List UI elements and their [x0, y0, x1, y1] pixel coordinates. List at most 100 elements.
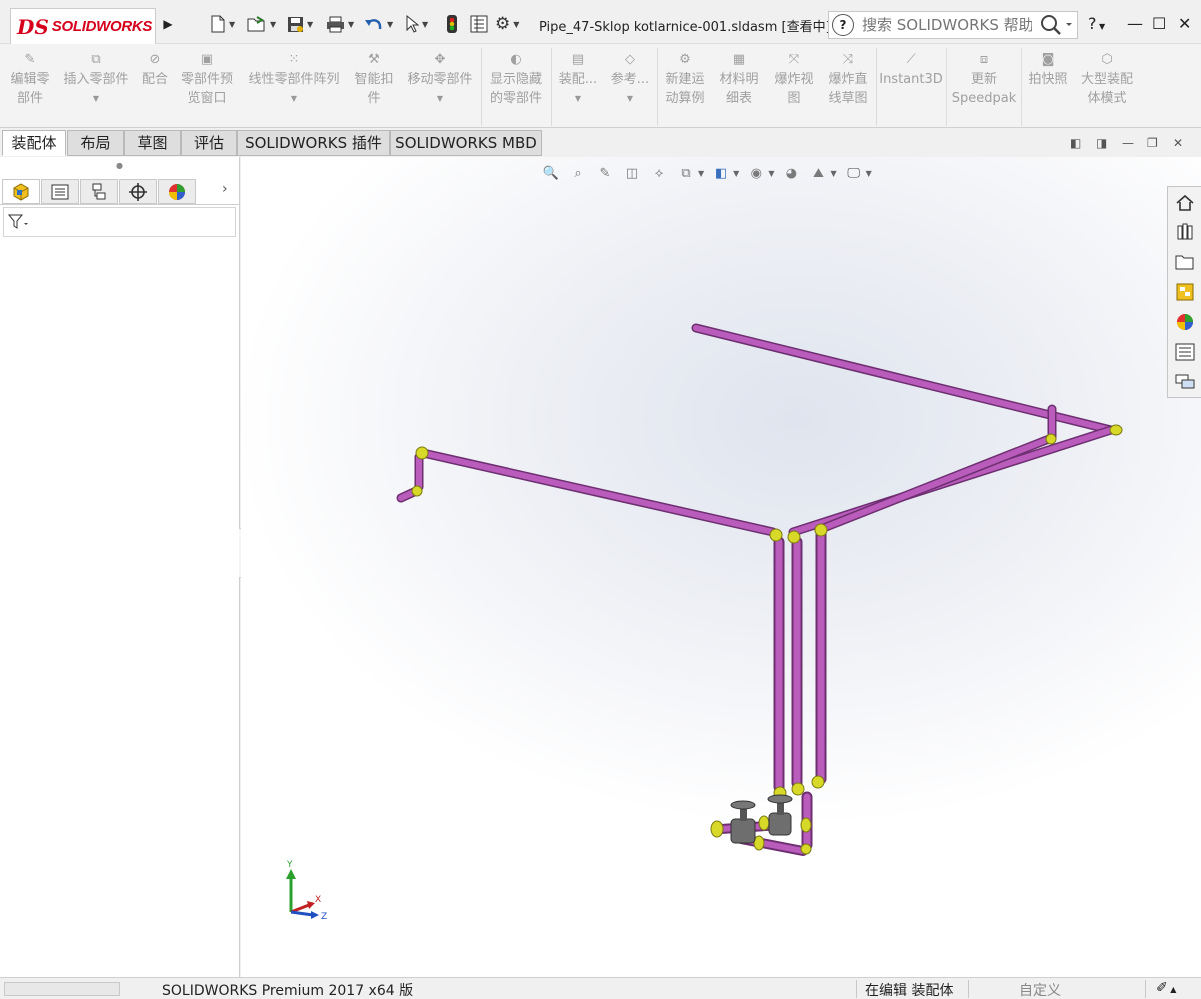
save-button[interactable]: ▼	[287, 13, 313, 35]
elbow-fitting[interactable]	[787, 530, 801, 544]
doc-close-button[interactable]: ✕	[1173, 136, 1183, 150]
elbow-fitting[interactable]	[814, 523, 828, 537]
reference-geometry-button[interactable]: ◇ 参考... ▼	[606, 50, 654, 108]
tree-filter-bar[interactable]	[3, 207, 236, 237]
property-manager-tab[interactable]	[41, 179, 79, 204]
elbow-fitting[interactable]	[800, 843, 812, 855]
search-button[interactable]	[1035, 11, 1077, 39]
gear-icon: ⚙	[495, 14, 511, 34]
appearances-icon	[1177, 314, 1193, 330]
select-button[interactable]: ▼	[405, 13, 428, 35]
dimxpert-manager-tab[interactable]	[119, 179, 157, 204]
new-document-button[interactable]: ▼	[210, 13, 235, 35]
elbow-fitting[interactable]	[411, 485, 423, 497]
pipe-segment[interactable]	[420, 450, 776, 535]
tab-sketch[interactable]: 草图	[124, 130, 181, 156]
file-properties-button[interactable]	[470, 13, 488, 35]
elbow-fitting[interactable]	[769, 528, 783, 542]
update-speedpak-button[interactable]: ⧈ 更新 Speedpak	[950, 50, 1018, 108]
component-preview-button[interactable]: ▣ 零部件预 览窗口	[176, 50, 238, 108]
assembly-features-button[interactable]: ▤ 装配... ▼	[554, 50, 602, 108]
take-snapshot-button[interactable]: ◙ 拍快照	[1024, 50, 1072, 89]
design-library-button[interactable]	[1172, 219, 1198, 245]
elbow-fitting[interactable]	[1045, 433, 1057, 445]
tab-layout[interactable]: 布局	[67, 130, 124, 156]
tile-right-icon: ◨	[1096, 136, 1108, 150]
mate-button[interactable]: ⊘ 配合	[138, 50, 172, 89]
rebuild-button[interactable]	[446, 13, 458, 35]
open-button[interactable]: ▼	[247, 13, 276, 35]
gate-valve[interactable]	[730, 800, 756, 844]
custom-properties-button[interactable]	[1172, 339, 1198, 365]
flange[interactable]	[710, 820, 724, 838]
explode-line-sketch-button[interactable]: ⤨ 爆炸直 线草图	[823, 50, 873, 108]
smart-fasteners-button[interactable]: ⚒ 智能扣 件	[350, 50, 398, 108]
flange[interactable]	[800, 817, 812, 833]
flange[interactable]	[758, 815, 770, 831]
tab-solidworks-addins[interactable]: SOLIDWORKS 插件	[237, 130, 390, 156]
options-button[interactable]: ⚙ ▼	[495, 13, 519, 35]
solidworks-logo[interactable]: DS SOLIDWORKS	[10, 8, 156, 44]
solidworks-resources-button[interactable]	[1172, 190, 1198, 216]
doc-minimize-button[interactable]: —	[1122, 136, 1134, 150]
help-menu-button[interactable]: ? ▼	[1088, 14, 1105, 33]
appearances-button[interactable]	[1172, 309, 1198, 335]
undo-button[interactable]: ▼	[364, 13, 393, 35]
insert-components-button[interactable]: ⧉ 插入零部件 ▼	[58, 50, 134, 108]
gate-valve[interactable]	[767, 794, 793, 836]
configuration-manager-tab[interactable]	[80, 179, 118, 204]
show-hidden-components-button[interactable]: ◐ 显示隐藏 的零部件	[484, 50, 548, 108]
panel-tabs: ›	[0, 177, 240, 205]
custom-properties-icon	[1175, 343, 1195, 361]
status-quick-tips-button[interactable]: ✐ ▲	[1156, 980, 1176, 996]
elbow-fitting[interactable]	[415, 446, 429, 460]
elbow-fitting[interactable]	[791, 782, 805, 796]
tab-solidworks-mbd[interactable]: SOLIDWORKS MBD	[390, 130, 542, 156]
minimize-button[interactable]: —	[1127, 14, 1143, 33]
print-button[interactable]: ▼	[326, 13, 354, 35]
doc-tile-left-button[interactable]: ◧	[1070, 136, 1081, 150]
display-manager-icon	[169, 183, 185, 200]
large-assembly-mode-button[interactable]: ⬡ 大型装配 体模式	[1076, 50, 1138, 108]
print-icon	[327, 16, 344, 32]
pipe-segment[interactable]	[818, 436, 1052, 532]
status-units-custom[interactable]: 自定义	[1019, 980, 1061, 999]
display-manager-tab[interactable]	[158, 179, 196, 204]
configuration-manager-icon	[92, 183, 106, 199]
graphics-viewport[interactable]: 🔍 ⌕ ✎ ◫ ⟡ ⧉ ▼ ◧ ▼ ◉ ▼ ◕ ⛰ ▼ 🖵 ▼ Y X Z	[241, 157, 1201, 977]
tab-assembly[interactable]: 装配体	[2, 130, 66, 156]
new-motion-study-button[interactable]: ⚙ 新建运 动算例	[660, 50, 710, 108]
cmd-label: 零部件预 览窗口	[180, 72, 233, 106]
minimize-icon: —	[1122, 136, 1134, 150]
cmd-label: 材料明 细表	[719, 72, 759, 106]
panel-tabs-more-icon[interactable]: ›	[222, 181, 228, 197]
forum-button[interactable]	[1172, 369, 1198, 395]
maximize-button[interactable]: ☐	[1152, 14, 1166, 33]
folder-icon	[1175, 255, 1194, 270]
command-tabs: 装配体 布局 草图 评估 SOLIDWORKS 插件 SOLIDWORKS MB…	[0, 128, 1201, 157]
move-component-button[interactable]: ✥ 移动零部件 ▼	[402, 50, 478, 108]
cmd-label: 参考...	[610, 72, 650, 87]
tab-evaluate[interactable]: 评估	[181, 130, 237, 156]
file-explorer-button[interactable]	[1172, 249, 1198, 275]
menu-expand-arrow-icon[interactable]: ▶	[160, 14, 176, 34]
elbow-fitting[interactable]	[1109, 424, 1123, 436]
pipe-assembly-model[interactable]	[241, 157, 1201, 977]
edit-component-button[interactable]: ✎ 编辑零 部件	[6, 50, 54, 108]
search-input[interactable]	[862, 16, 1032, 34]
close-button[interactable]: ✕	[1178, 14, 1191, 33]
instant3d-button[interactable]: ⟋ Instant3D	[879, 50, 943, 89]
move-component-icon: ✥	[434, 52, 446, 67]
triad-x-label: X	[315, 895, 321, 905]
exploded-view-button[interactable]: ⤧ 爆炸视 图	[768, 50, 820, 108]
elbow-fitting[interactable]	[811, 775, 825, 789]
cmd-label: 移动零部件	[407, 72, 473, 87]
cmd-label: 拍快照	[1028, 72, 1068, 87]
doc-restore-button[interactable]: ❐	[1147, 136, 1158, 150]
doc-tile-right-button[interactable]: ◨	[1096, 136, 1107, 150]
panel-grip-icon[interactable]: ●	[116, 161, 123, 170]
bill-of-materials-button[interactable]: ▦ 材料明 细表	[714, 50, 764, 108]
feature-manager-tab[interactable]	[2, 179, 40, 204]
linear-pattern-button[interactable]: ⁙ 线性零部件阵列 ▼	[242, 50, 346, 108]
view-palette-button[interactable]	[1172, 279, 1198, 305]
